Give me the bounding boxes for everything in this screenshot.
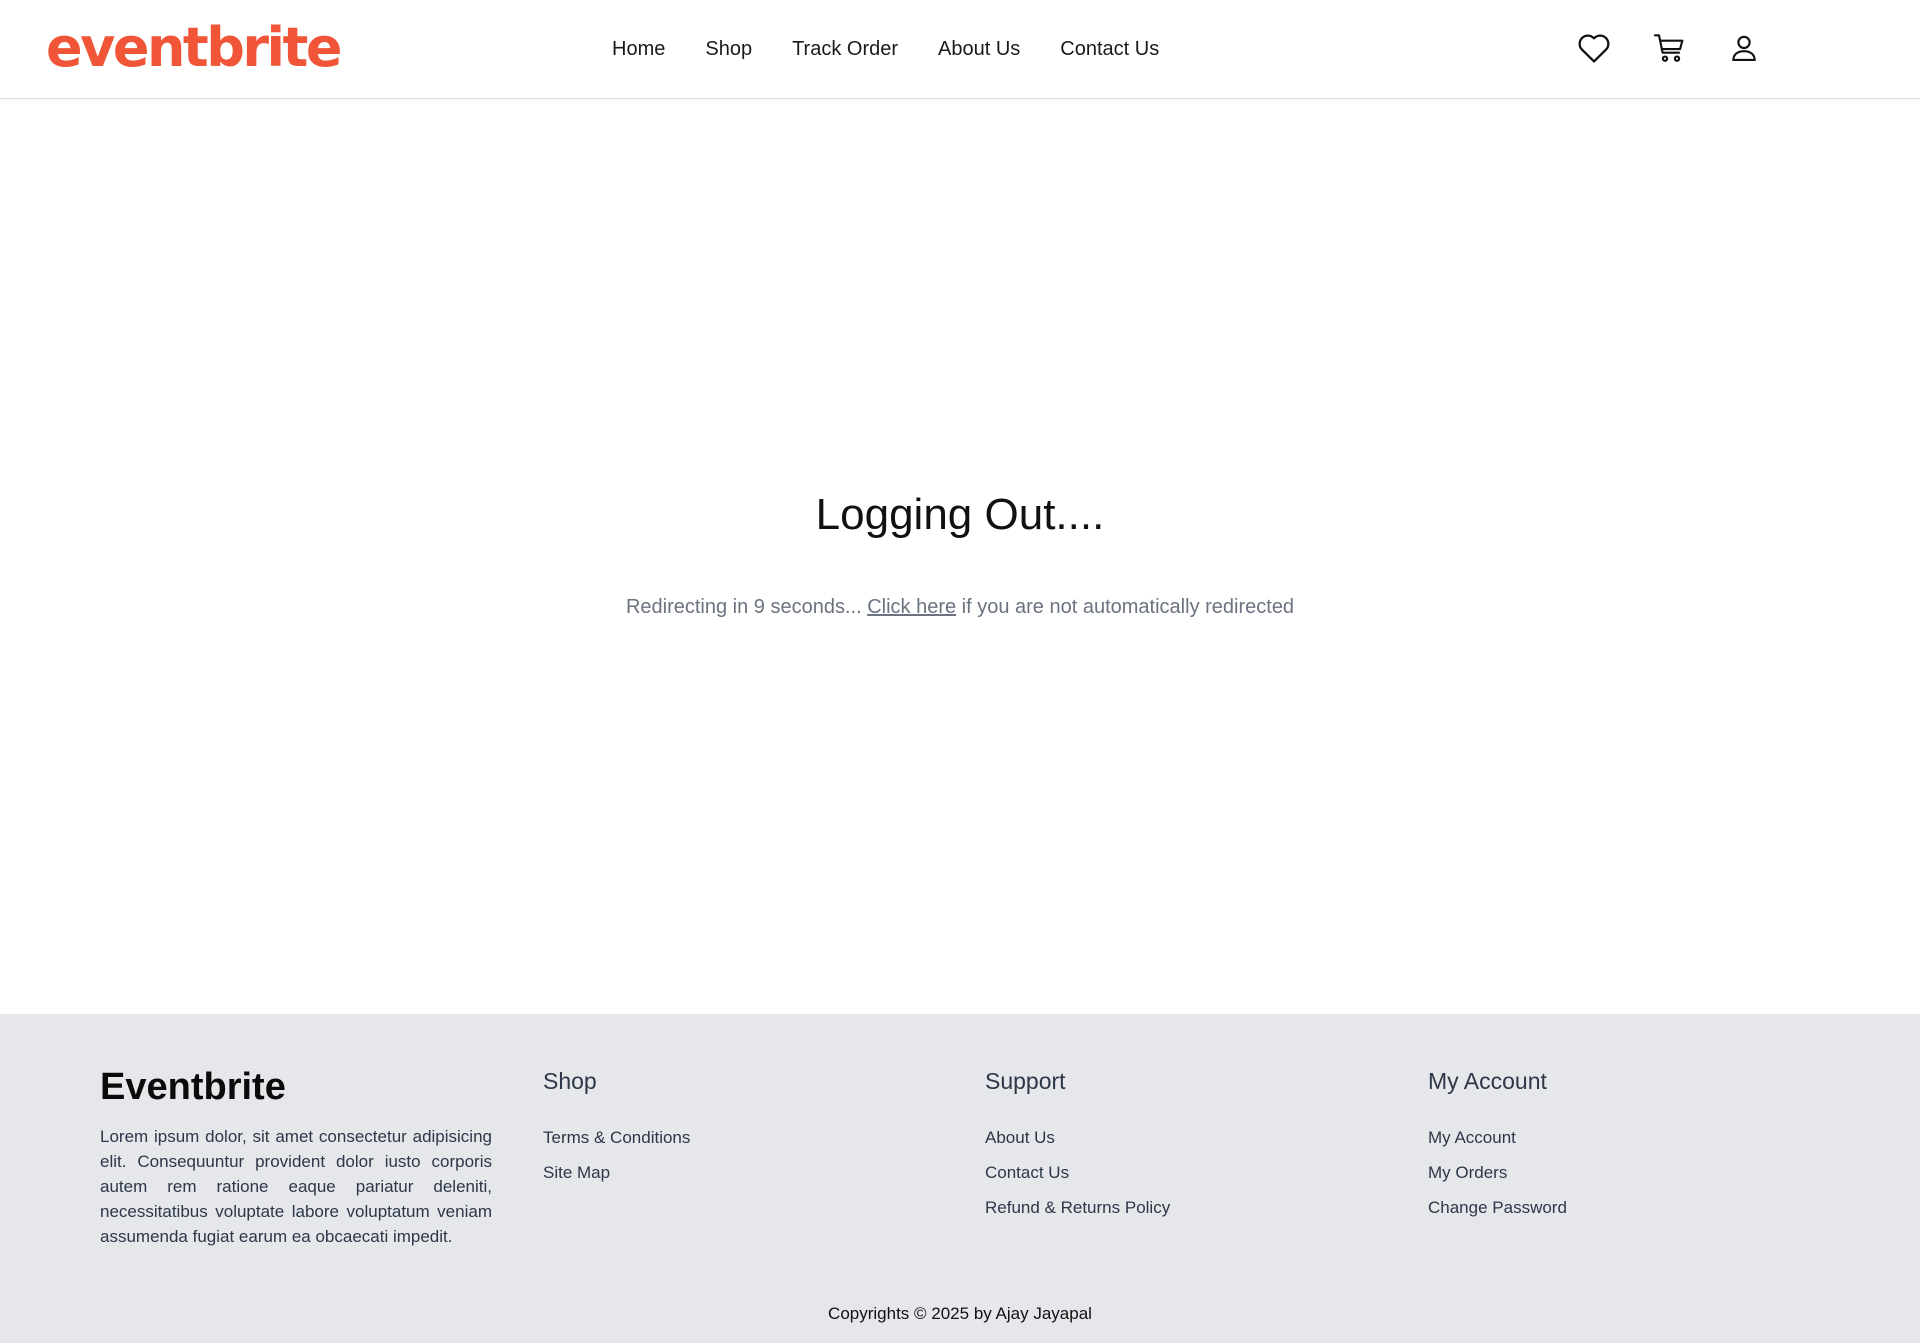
redirect-suffix-text: if you are not automatically redirected: [956, 596, 1295, 618]
cart-icon: [1653, 32, 1685, 64]
logout-section: Logging Out.... Redirecting in 9 seconds…: [0, 100, 1920, 1014]
nav-contact-us[interactable]: Contact Us: [1060, 38, 1159, 61]
footer-support-links: About Us Contact Us Refund & Returns Pol…: [985, 1120, 1377, 1225]
footer-account-links: My Account My Orders Change Password: [1428, 1120, 1820, 1225]
footer-shop-heading: Shop: [543, 1068, 597, 1094]
footer-account-heading: My Account: [1428, 1068, 1547, 1094]
footer-link-contact-us[interactable]: Contact Us: [985, 1163, 1069, 1182]
footer-link-change-password[interactable]: Change Password: [1428, 1198, 1567, 1217]
nav-track-order[interactable]: Track Order: [792, 38, 898, 61]
main-nav: Home Shop Track Order About Us Contact U…: [612, 0, 1199, 99]
redirect-link[interactable]: Click here: [867, 596, 956, 618]
header-actions: [1576, 28, 1801, 68]
footer-shop-column: Shop Terms & Conditions Site Map: [543, 1066, 935, 1190]
nav-shop[interactable]: Shop: [705, 38, 752, 61]
site-footer: Eventbrite Lorem ipsum dolor, sit amet c…: [0, 1014, 1920, 1343]
site-header: eventbrite Home Shop Track Order About U…: [0, 0, 1920, 99]
wishlist-button[interactable]: [1576, 28, 1612, 68]
cart-button[interactable]: [1651, 28, 1687, 68]
page-title: Logging Out....: [815, 490, 1105, 539]
footer-support-heading: Support: [985, 1068, 1066, 1094]
user-icon: [1729, 33, 1759, 63]
footer-support-column: Support About Us Contact Us Refund & Ret…: [985, 1066, 1377, 1225]
footer-link-terms[interactable]: Terms & Conditions: [543, 1128, 690, 1147]
footer-about-column: Eventbrite Lorem ipsum dolor, sit amet c…: [100, 1066, 492, 1249]
footer-shop-links: Terms & Conditions Site Map: [543, 1120, 935, 1190]
eventbrite-logo[interactable]: eventbrite: [46, 14, 342, 82]
footer-brand: Eventbrite: [100, 1066, 286, 1108]
nav-home[interactable]: Home: [612, 38, 665, 61]
footer-link-site-map[interactable]: Site Map: [543, 1163, 610, 1182]
footer-account-column: My Account My Account My Orders Change P…: [1428, 1066, 1820, 1225]
nav-about-us[interactable]: About Us: [938, 38, 1020, 61]
footer-link-about-us[interactable]: About Us: [985, 1128, 1055, 1147]
redirect-countdown-text: Redirecting in 9 seconds...: [625, 596, 868, 618]
copyright-text: Copyrights © 2025 by Ajay Jayapal: [828, 1304, 1092, 1323]
footer-link-my-account[interactable]: My Account: [1428, 1128, 1516, 1147]
footer-link-refund-policy[interactable]: Refund & Returns Policy: [985, 1198, 1170, 1217]
footer-link-my-orders[interactable]: My Orders: [1428, 1163, 1507, 1182]
account-button[interactable]: [1726, 28, 1762, 68]
redirect-message: Redirecting in 9 seconds... Click here i…: [0, 596, 1920, 619]
footer-about-text: Lorem ipsum dolor, sit amet consectetur …: [100, 1127, 492, 1246]
heart-icon: [1577, 32, 1611, 64]
